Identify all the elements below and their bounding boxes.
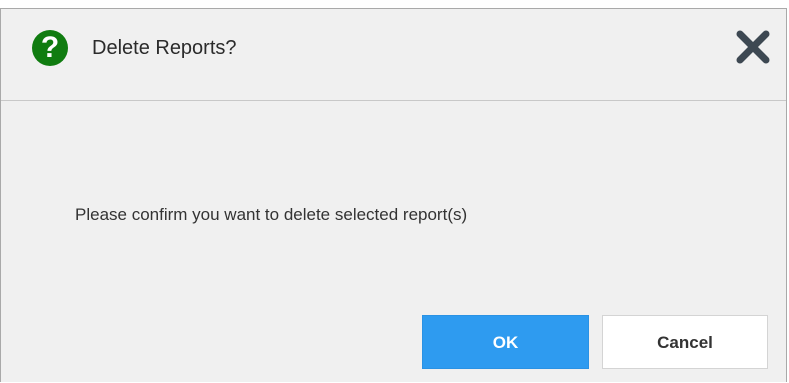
dialog-header: ? Delete Reports?: [1, 9, 786, 101]
ok-button[interactable]: OK: [422, 315, 589, 369]
delete-reports-dialog: ? Delete Reports? Please confirm you wan…: [0, 8, 787, 382]
close-icon[interactable]: [735, 29, 771, 65]
question-icon-glyph: ?: [40, 31, 60, 64]
dialog-title: Delete Reports?: [92, 37, 237, 59]
cancel-button[interactable]: Cancel: [602, 315, 768, 369]
top-strip: [0, 0, 789, 8]
question-icon: ?: [32, 30, 68, 66]
confirm-message: Please confirm you want to delete select…: [75, 205, 468, 224]
close-icon-svg: [736, 30, 770, 64]
